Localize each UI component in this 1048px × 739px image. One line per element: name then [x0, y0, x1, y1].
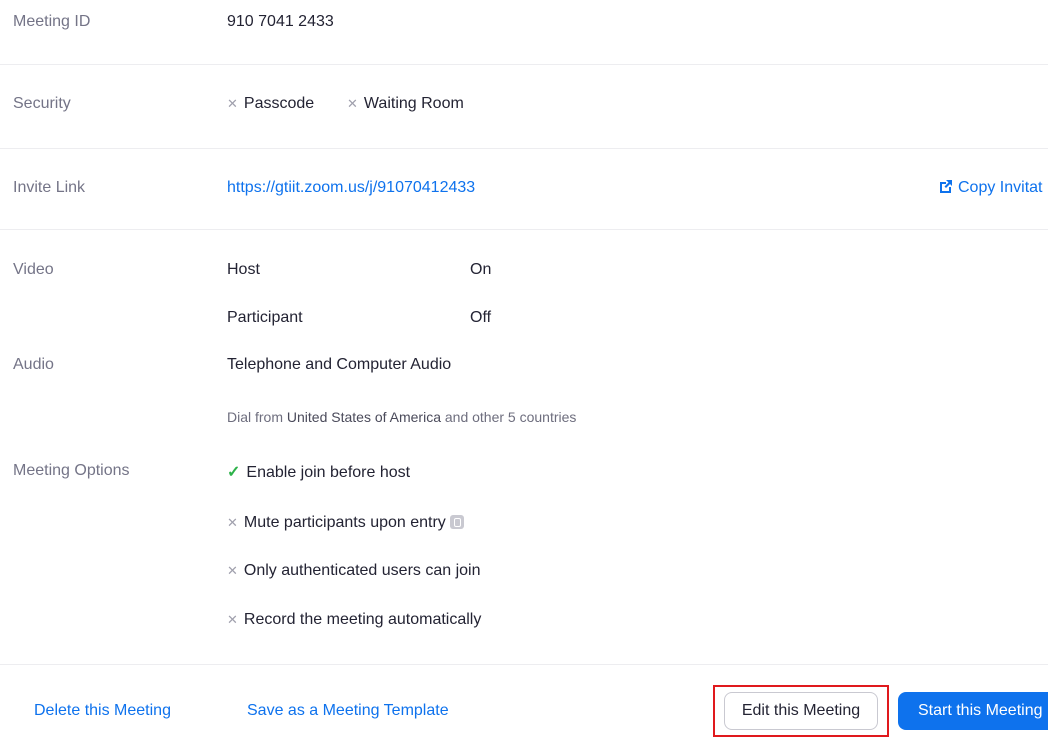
divider [0, 148, 1048, 149]
audio-label: Audio [13, 356, 54, 373]
copy-invitation-button[interactable]: Copy Invitat [938, 179, 1042, 197]
video-participant-label: Participant [227, 309, 303, 326]
audio-value: Telephone and Computer Audio [227, 356, 452, 373]
option-mute-on-entry: ✕ Mute participants upon entry [227, 514, 464, 532]
video-host-label: Host [227, 261, 260, 278]
meeting-id-label: Meeting ID [13, 13, 91, 30]
divider [0, 229, 1048, 230]
start-meeting-button[interactable]: Start this Meeting [898, 692, 1048, 730]
delete-meeting-link[interactable]: Delete this Meeting [34, 702, 171, 720]
x-icon: ✕ [227, 96, 238, 111]
copy-icon [938, 179, 952, 193]
invite-link-url[interactable]: https://gtiit.zoom.us/j/91070412433 [227, 179, 475, 197]
meeting-options-label: Meeting Options [13, 462, 130, 479]
save-template-link[interactable]: Save as a Meeting Template [247, 702, 449, 720]
x-icon: ✕ [227, 515, 238, 530]
lock-icon [449, 515, 464, 529]
check-icon: ✓ [227, 464, 241, 481]
edit-meeting-button[interactable]: Edit this Meeting [724, 692, 878, 730]
divider [0, 64, 1048, 65]
option-authenticated-users: ✕ Only authenticated users can join [227, 562, 481, 579]
security-option-passcode: ✕ Passcode [227, 95, 315, 112]
option-record-automatically: ✕ Record the meeting automatically [227, 611, 482, 628]
option-join-before-host: ✓ Enable join before host [227, 464, 411, 481]
x-icon: ✕ [227, 563, 238, 578]
video-host-value: On [470, 261, 492, 278]
meeting-id-value: 910 7041 2433 [227, 13, 334, 30]
video-participant-value: Off [470, 309, 492, 326]
invite-link-label: Invite Link [13, 179, 86, 196]
divider [0, 664, 1048, 665]
x-icon: ✕ [347, 96, 358, 111]
dial-country: United States of America [286, 409, 441, 425]
video-label: Video [13, 261, 54, 278]
x-icon: ✕ [227, 612, 238, 627]
dial-in-info: Dial from United States of America and o… [227, 409, 577, 425]
security-label: Security [13, 95, 71, 112]
security-option-waiting-room: ✕ Waiting Room [347, 95, 464, 112]
